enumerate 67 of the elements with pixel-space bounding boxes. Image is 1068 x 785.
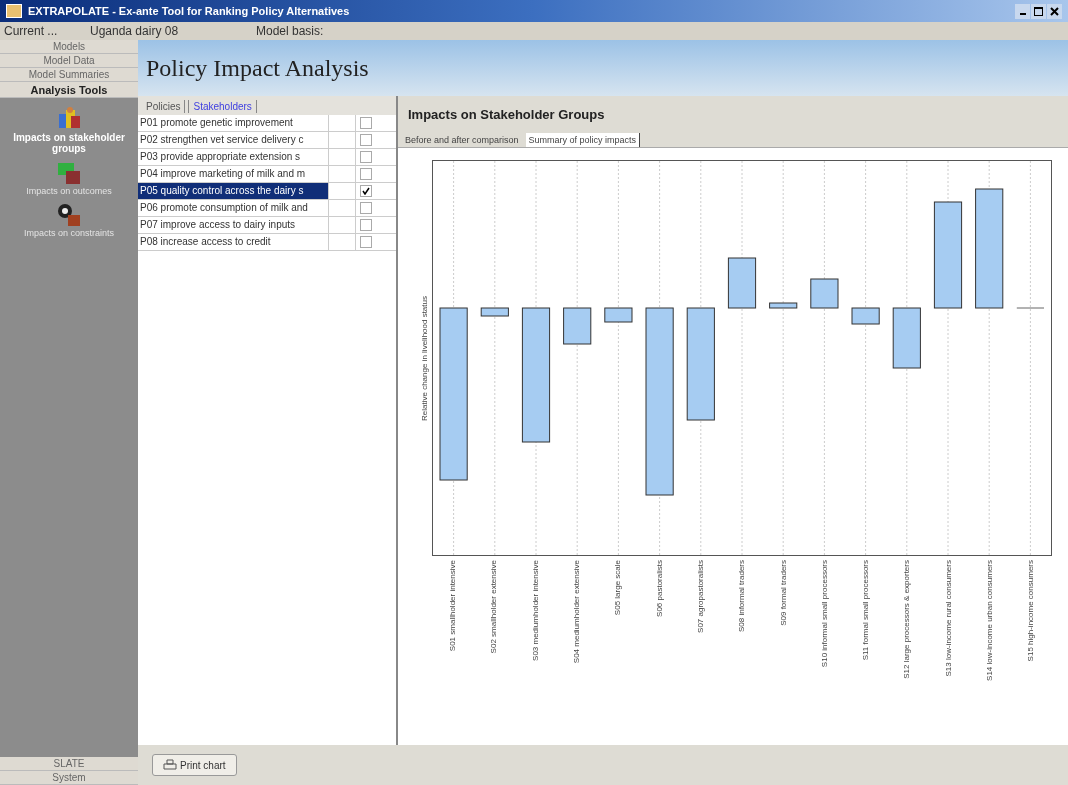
axis-label: S11 formal small processors bbox=[861, 560, 871, 661]
axis-label: S08 informal traders bbox=[737, 560, 747, 633]
checkbox[interactable] bbox=[360, 219, 372, 231]
policy-item[interactable]: P06 promote consumption of milk and bbox=[138, 200, 329, 216]
policy-item[interactable]: P05 quality control across the dairy s bbox=[138, 183, 329, 199]
axis-label: S06 pastoralists bbox=[654, 560, 664, 617]
policy-item[interactable]: P08 increase access to credit bbox=[138, 234, 329, 250]
axis-label: S07 agropastoralists bbox=[695, 560, 705, 633]
axis-label: S10 informal small processors bbox=[819, 560, 829, 668]
minimize-icon bbox=[1019, 13, 1026, 15]
axis-label: S01 smallholder intensive bbox=[448, 560, 458, 652]
bar bbox=[480, 307, 509, 317]
axis-label: S04 mediumholder extensive bbox=[572, 560, 582, 664]
minimize-button[interactable] bbox=[1015, 3, 1030, 19]
axis-label: S14 low-income urban consumers bbox=[985, 560, 994, 681]
checkbox[interactable] bbox=[360, 168, 372, 180]
chart-panel-title: Impacts on Stakeholder Groups bbox=[407, 106, 606, 124]
sidebar-section[interactable]: Model Summaries bbox=[0, 68, 138, 82]
bar bbox=[892, 307, 921, 369]
checkbox[interactable] bbox=[360, 185, 372, 197]
policy-item[interactable]: P03 provide appropriate extension s bbox=[138, 149, 329, 165]
tab[interactable]: Summary of policy impacts bbox=[525, 133, 641, 147]
close-button[interactable] bbox=[1047, 3, 1062, 19]
close-icon bbox=[1050, 6, 1059, 16]
tab[interactable]: Before and after comparison bbox=[402, 133, 522, 147]
bar bbox=[769, 302, 798, 309]
checkbox[interactable] bbox=[360, 236, 372, 248]
axis-label: S09 formal traders bbox=[778, 560, 788, 626]
sidebar-section[interactable]: Model Data bbox=[0, 54, 138, 68]
axis-label: S05 large scale bbox=[613, 560, 623, 616]
sidebar-section[interactable]: Models bbox=[0, 40, 138, 54]
sidebar-section[interactable]: Analysis Tools bbox=[0, 82, 138, 98]
checkbox[interactable] bbox=[360, 151, 372, 163]
checkbox[interactable] bbox=[360, 134, 372, 146]
app-icon bbox=[6, 4, 22, 18]
maximize-icon bbox=[1034, 6, 1043, 16]
bar bbox=[851, 307, 880, 325]
policy-item[interactable]: P04 improve marketing of milk and m bbox=[138, 166, 329, 182]
policy-item[interactable]: P01 promote genetic improvement bbox=[138, 115, 329, 131]
tab[interactable]: Stakeholders bbox=[188, 100, 257, 113]
bar bbox=[810, 278, 839, 309]
sidebar-section[interactable]: SLATE bbox=[0, 757, 138, 771]
bar bbox=[727, 257, 757, 309]
printer-icon bbox=[163, 759, 177, 771]
sidebar-section[interactable]: System bbox=[0, 771, 138, 785]
checkbox[interactable] bbox=[360, 117, 372, 129]
axis-title: Relative change in livelihood status bbox=[419, 295, 429, 421]
current-model-label: Current ... bbox=[4, 24, 59, 38]
policy-item[interactable]: P07 improve access to dairy inputs bbox=[138, 217, 329, 233]
bar bbox=[604, 307, 633, 323]
gear-icon bbox=[56, 202, 82, 228]
axis-label: S13 low-income rural consumers bbox=[943, 560, 953, 677]
axis-label: S12 large processors & exporters bbox=[902, 560, 912, 679]
axis-label: S02 smallholder extensive bbox=[489, 560, 499, 654]
page-title: Policy Impact Analysis bbox=[146, 54, 369, 82]
maximize-button[interactable] bbox=[1031, 3, 1046, 19]
chart-icon bbox=[56, 160, 82, 186]
axis-label: S03 mediumholder intensive bbox=[530, 560, 540, 661]
axis-label: S15 high-income consumers bbox=[1026, 560, 1036, 662]
print-chart-button[interactable]: Print chart bbox=[152, 754, 237, 776]
model-basis-label: Model basis: bbox=[256, 24, 324, 38]
window-title: EXTRAPOLATE - Ex-ante Tool for Ranking Policy Alternatives bbox=[28, 5, 350, 17]
checkbox[interactable] bbox=[360, 202, 372, 214]
tab[interactable]: Policies bbox=[142, 100, 186, 113]
bar bbox=[563, 307, 592, 345]
policy-item[interactable]: P02 strengthen vet service delivery c bbox=[138, 132, 329, 148]
current-model-value: Uganda dairy 08 bbox=[90, 24, 180, 38]
